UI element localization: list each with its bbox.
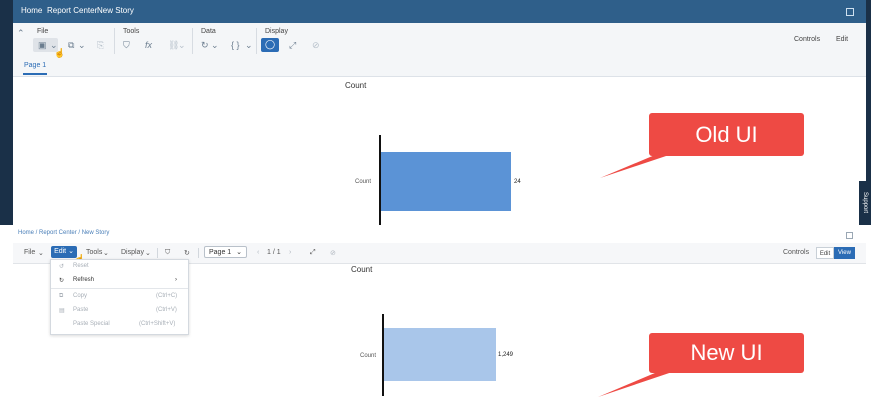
old-ui-callout: Old UI	[649, 113, 804, 156]
new-ui-callout: New UI	[649, 333, 804, 373]
